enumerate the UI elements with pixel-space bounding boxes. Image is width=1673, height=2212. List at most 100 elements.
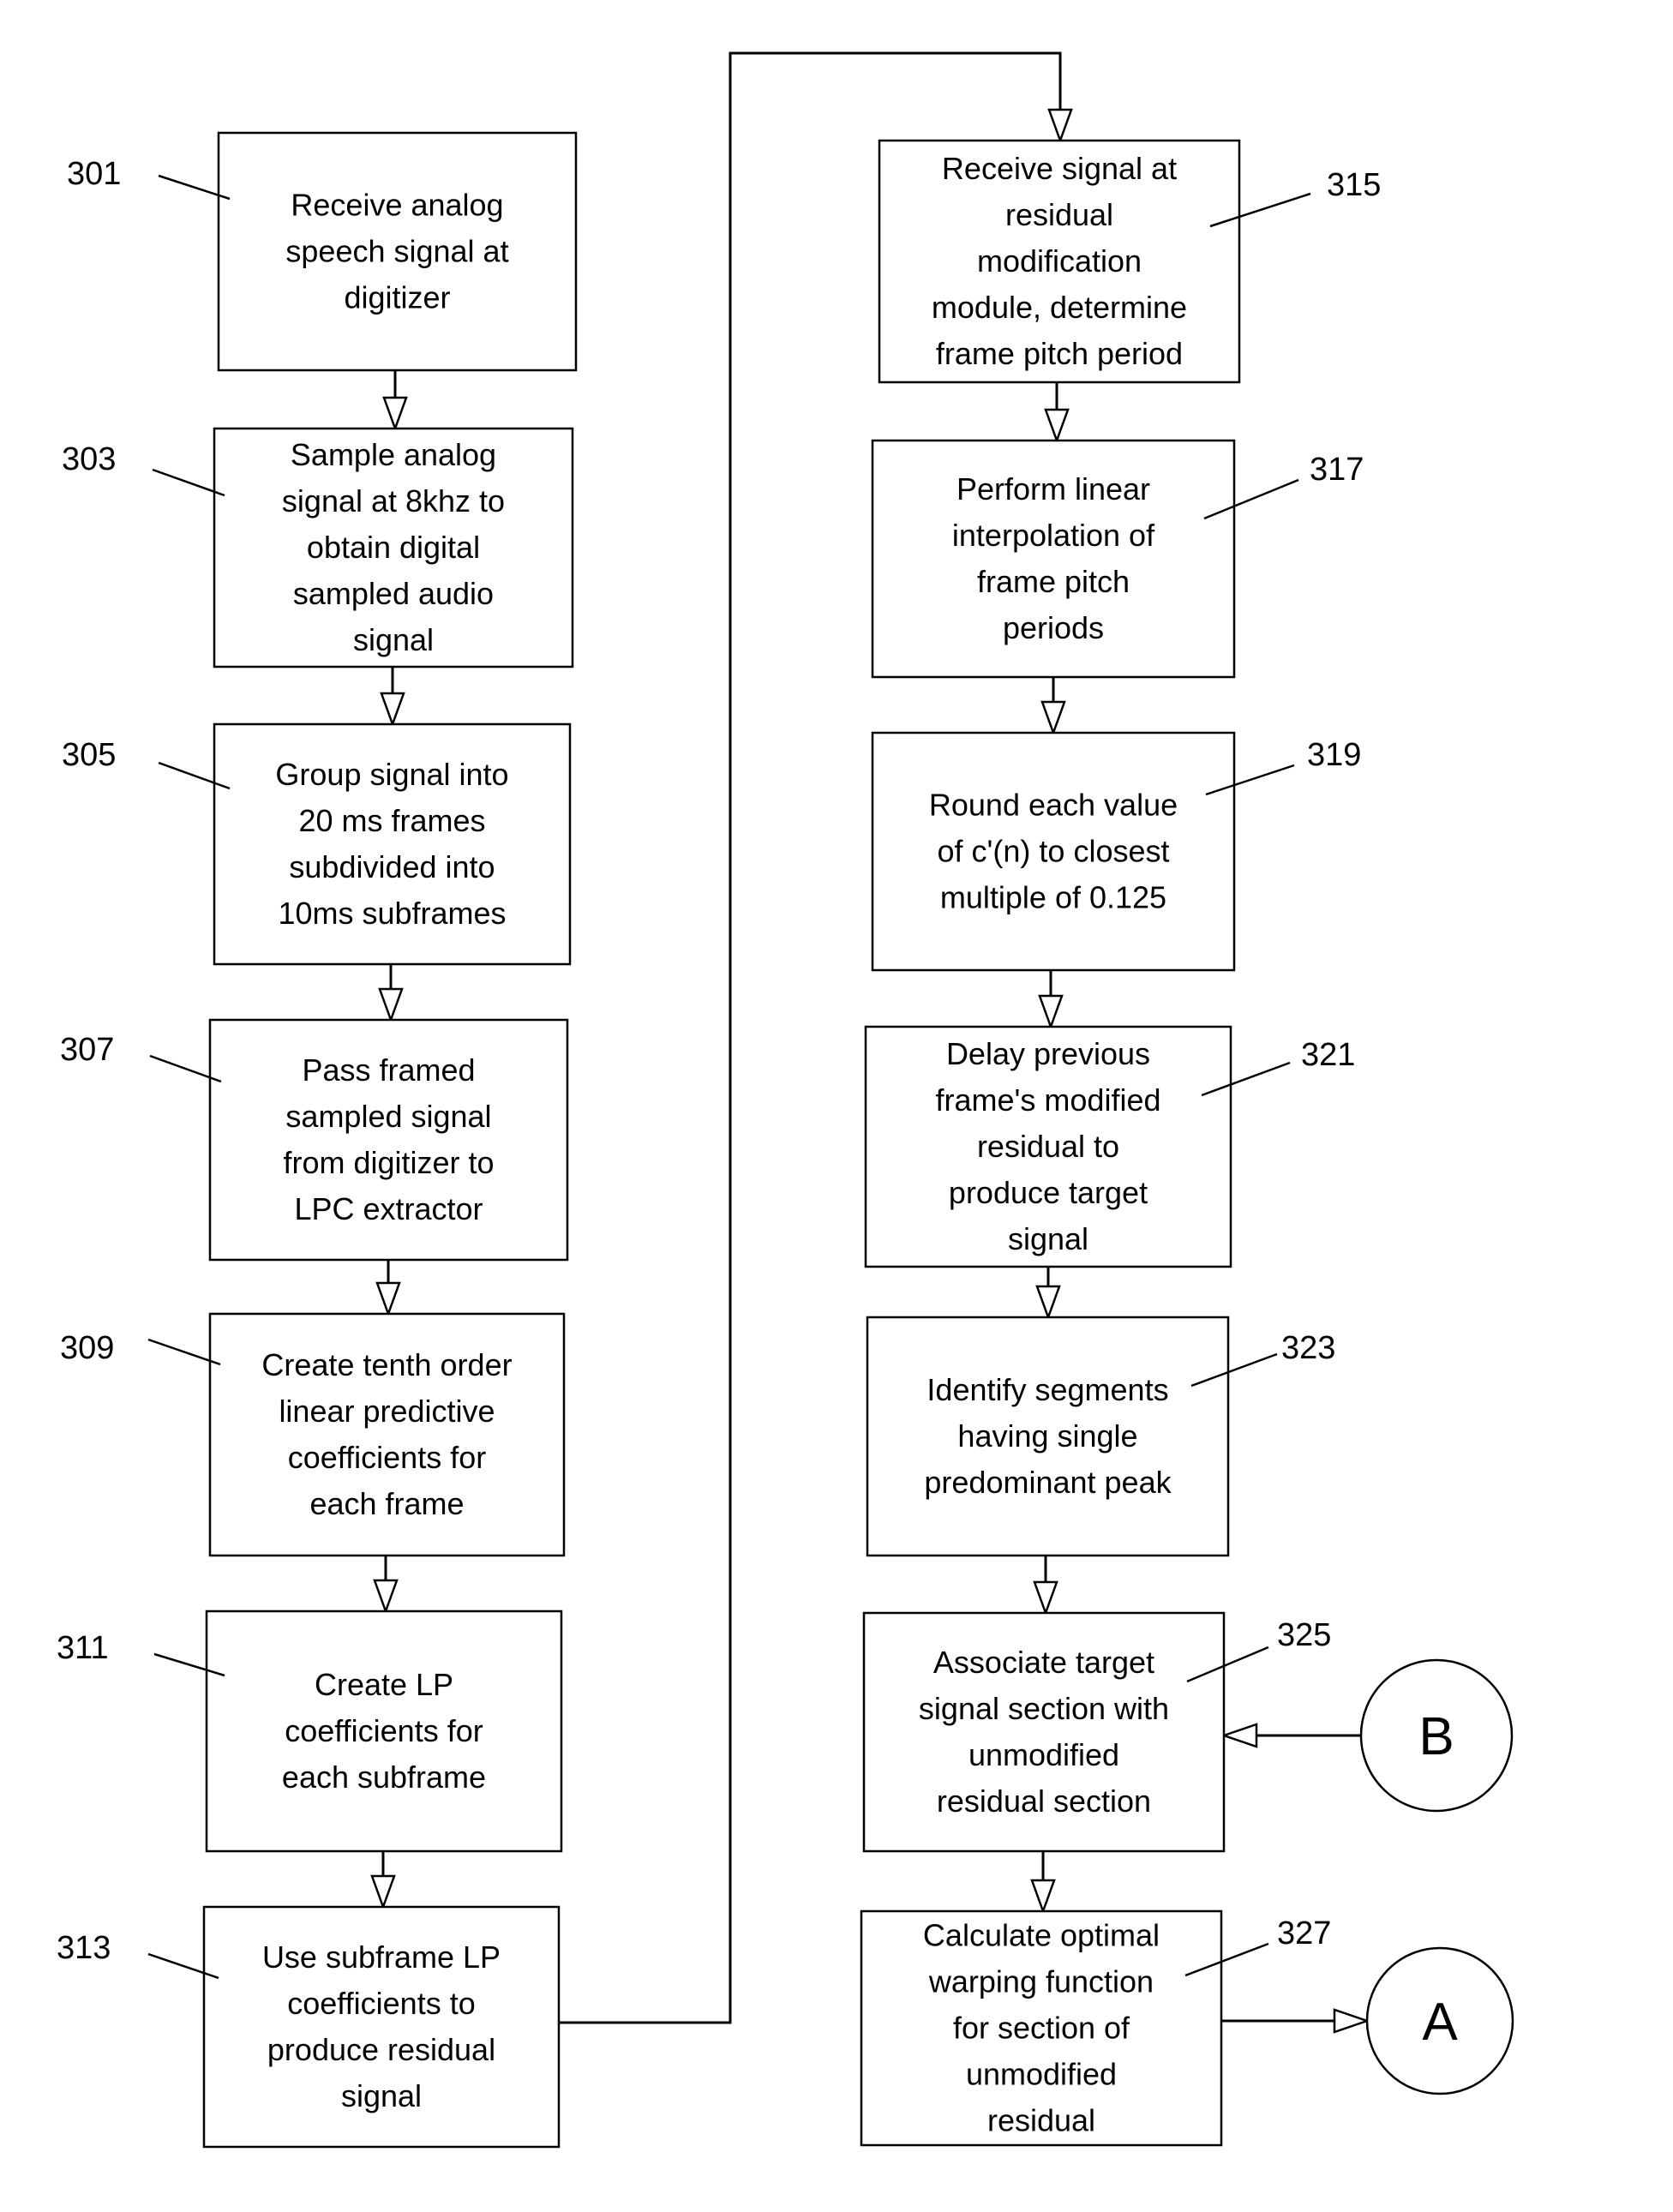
process-steps: Receive analog speech signal at digitizer S… [202, 131, 1241, 2149]
step-text-line: from digitizer to [283, 1145, 494, 1180]
step-text-line: multiple of 0.125 [940, 880, 1166, 915]
step-text-line: warping function [928, 1964, 1154, 1999]
reference-numeral: 325 [1277, 1617, 1331, 1653]
flow-arrowhead [1047, 108, 1073, 144]
step-text-line: linear predictive [279, 1394, 495, 1429]
process-step-309: Create tenth order linear predictive coeff… [208, 1312, 566, 1557]
step-text-line: frame pitch [977, 564, 1130, 599]
process-step-303: Sample analog signal at 8khz to obtain dig… [213, 427, 574, 668]
step-text-line: Receive signal at [942, 151, 1177, 186]
step-text-line: for section of [953, 2011, 1130, 2046]
reference-numeral: 303 [62, 441, 116, 477]
step-text-line: signal [1008, 1221, 1088, 1256]
connector-letter: B [1418, 1707, 1454, 1766]
step-text-line: unmodified [966, 2057, 1117, 2092]
step-text-line: residual [1005, 197, 1113, 232]
process-step-301: Receive analog speech signal at digitizer [217, 131, 578, 372]
step-text-line: coefficients for [285, 1713, 483, 1748]
step-text-line: Pass framed [302, 1052, 475, 1088]
process-step-327: Calculate optimal warping function for sec… [860, 1909, 1223, 2147]
step-text-line: Use subframe LP [262, 1939, 501, 1975]
reference-numeral: 327 [1277, 1915, 1331, 1951]
step-text-line: modification [977, 243, 1142, 279]
step-text-line: 10ms subframes [278, 896, 506, 931]
step-text-line: each subframe [282, 1759, 486, 1795]
process-step-311: Create LP coefficients for each subframe [205, 1610, 563, 1853]
reference-numeral: 321 [1301, 1037, 1355, 1073]
step-text-line: Create tenth order [261, 1347, 512, 1382]
step-text-line: periods [1003, 610, 1104, 645]
step-text-line: interpolation of [952, 518, 1155, 553]
reference-numeral: 317 [1310, 452, 1364, 488]
off-page-connectors: BA [1359, 1658, 1514, 2095]
step-text-line: produce residual [267, 2032, 495, 2067]
step-text-line: module, determine [932, 290, 1187, 325]
step-text-line: signal section with [919, 1691, 1169, 1726]
connector-a: A [1365, 1946, 1514, 2095]
step-text-line: Receive analog [291, 188, 503, 223]
step-text-line: signal at 8khz to [282, 483, 505, 519]
step-text-line: produce target [949, 1175, 1148, 1210]
step-text-line: Perform linear [956, 471, 1150, 507]
step-text-line: sampled audio [293, 576, 494, 611]
step-text-line: Delay previous [946, 1036, 1150, 1071]
flow-arrowhead [382, 396, 408, 432]
reference-numeral: 309 [60, 1330, 114, 1366]
connector-b-arrowhead [1220, 1723, 1258, 1748]
process-step-319: Round each value of c'(n) to closest multi… [871, 731, 1236, 972]
step-text-line: Round each value [929, 788, 1178, 823]
step-text-line: coefficients to [287, 1986, 475, 2021]
step-text-line: frame pitch period [936, 336, 1183, 371]
step-text-line: speech signal at [285, 234, 508, 269]
step-text-line: residual to [977, 1129, 1119, 1164]
step-text-line: frame's modified [936, 1082, 1161, 1118]
step-text-line: Identify segments [926, 1372, 1168, 1407]
reference-numeral: 307 [60, 1032, 114, 1068]
flow-arrowhead [1044, 408, 1070, 444]
process-step-323: Identify segments having single predominan… [866, 1316, 1230, 1557]
process-step-325: Associate target signal section with unmod… [862, 1611, 1226, 1853]
step-text-line: subdivided into [289, 849, 495, 884]
reference-numeral: 305 [62, 737, 116, 773]
reference-numeral: 301 [67, 156, 121, 192]
step-text-line: Calculate optimal [923, 1918, 1160, 1953]
connector-a-arrowhead [1333, 2008, 1370, 2034]
step-text-line: coefficients for [288, 1440, 486, 1475]
process-step-313: Use subframe LP coefficients to produce re… [202, 1905, 561, 2149]
connector-b: B [1359, 1658, 1514, 1813]
flow-arrowhead [378, 987, 404, 1023]
step-text-line: each frame [309, 1486, 464, 1521]
step-text-line: signal [341, 2078, 422, 2113]
step-text-line: 20 ms frames [298, 803, 485, 838]
step-text-line: unmodified [968, 1737, 1119, 1772]
reference-numeral: 319 [1307, 737, 1361, 773]
step-text-line: LPC extractor [294, 1191, 483, 1226]
flowchart: Receive analog speech signal at digitizer S… [57, 51, 1514, 2149]
step-text-line: Sample analog [291, 437, 496, 472]
flow-arrowhead [370, 1874, 396, 1910]
step-text-line: predominant peak [924, 1465, 1172, 1500]
reference-numeral: 315 [1327, 167, 1381, 203]
flow-arrowhead [1030, 1879, 1056, 1915]
step-text-line: signal [353, 622, 434, 657]
flow-arrowhead [1038, 994, 1064, 1030]
reference-numeral: 311 [57, 1630, 109, 1666]
connector-letter: A [1422, 1993, 1458, 2052]
step-text-line: Create LP [315, 1667, 453, 1702]
step-text-line: residual section [937, 1783, 1151, 1819]
step-text-line: of c'(n) to closest [938, 834, 1170, 869]
flow-arrowhead [380, 692, 405, 728]
flow-arrowhead [375, 1281, 401, 1317]
step-text-line: digitizer [344, 280, 450, 315]
step-text-line: residual [987, 2103, 1095, 2138]
step-text-line: sampled signal [285, 1099, 491, 1134]
flow-arrowhead [373, 1579, 399, 1615]
step-text-line: Group signal into [275, 757, 508, 792]
process-step-315: Receive signal at residual modification mod… [878, 139, 1241, 384]
flow-arrowhead [1040, 700, 1066, 736]
process-step-317: Perform linear interpolation of frame pitc… [871, 439, 1236, 679]
reference-numeral: 323 [1281, 1330, 1335, 1366]
process-step-321: Delay previous frame's modified residual t… [864, 1025, 1232, 1268]
flow-arrowhead [1035, 1285, 1061, 1321]
step-text-line: Associate target [933, 1645, 1154, 1680]
